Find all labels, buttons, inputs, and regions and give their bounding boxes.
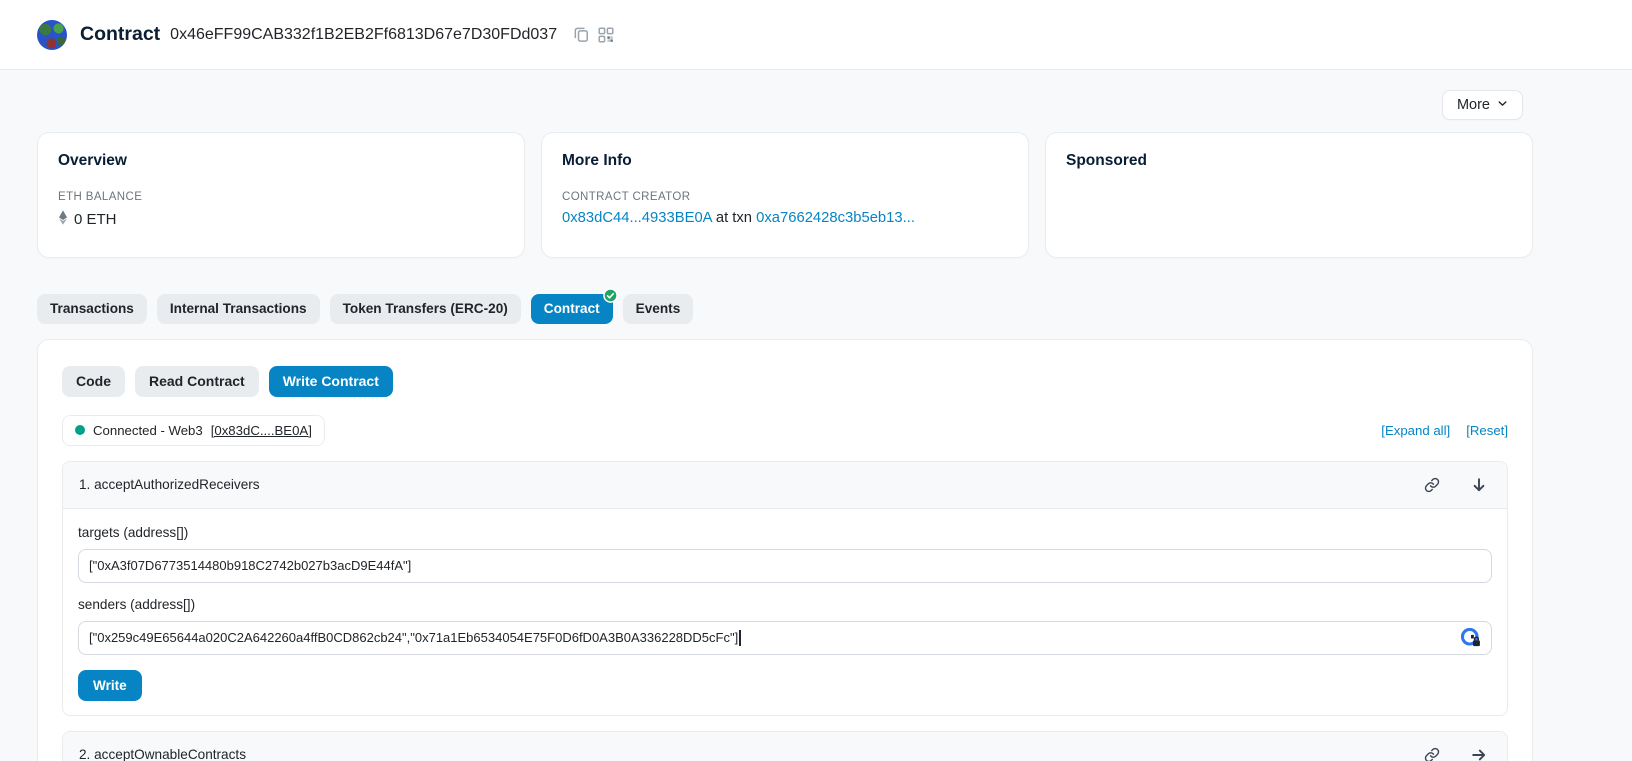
tab-contract-label: Contract <box>544 301 600 316</box>
tab-internal-transactions[interactable]: Internal Transactions <box>157 294 320 324</box>
senders-input-value: ["0x259c49E65644a020C2A642260a4ffB0CD862… <box>89 630 738 645</box>
tab-events[interactable]: Events <box>623 294 694 324</box>
password-manager-icon[interactable] <box>1461 628 1481 648</box>
method-1-header[interactable]: 1. acceptAuthorizedReceivers <box>63 462 1507 509</box>
more-info-title: More Info <box>562 152 1008 170</box>
chevron-down-icon <box>1497 97 1508 113</box>
contract-creator-label: CONTRACT CREATOR <box>562 191 1008 203</box>
connection-row: Connected - Web3 [0x83dC....BE0A] [Expan… <box>62 415 1508 446</box>
expand-all-link[interactable]: [Expand all] <box>1381 423 1450 438</box>
creator-middle-text: at txn <box>712 210 756 226</box>
write-button[interactable]: Write <box>78 670 142 701</box>
targets-field-label: targets (address[]) <box>78 525 1492 540</box>
toolbar-row: More <box>37 90 1533 120</box>
eth-balance-value-row: 0 ETH <box>58 210 504 229</box>
more-info-card: More Info CONTRACT CREATOR 0x83dC44...49… <box>541 132 1029 258</box>
method-accordion-2: 2. acceptOwnableContracts <box>62 731 1508 761</box>
connection-status-text: Connected - Web3 <box>93 423 203 438</box>
copy-address-button[interactable] <box>569 22 594 47</box>
method-link-icon[interactable] <box>1420 473 1444 497</box>
collapse-arrow-down-icon[interactable] <box>1467 473 1491 497</box>
contract-subtabs: Code Read Contract Write Contract <box>62 366 1508 397</box>
contract-avatar <box>37 20 67 50</box>
qr-code-button[interactable] <box>594 23 618 47</box>
eth-icon <box>58 210 68 229</box>
creation-txn-link[interactable]: 0xa7662428c3b5eb13... <box>756 210 915 226</box>
method-1-header-icons <box>1420 473 1491 497</box>
senders-field-label: senders (address[]) <box>78 597 1492 612</box>
overview-title: Overview <box>58 152 504 170</box>
expand-arrow-right-icon[interactable] <box>1467 743 1491 761</box>
qr-code-icon <box>598 27 614 43</box>
method-2-title: 2. acceptOwnableContracts <box>79 747 246 761</box>
method-1-title: 1. acceptAuthorizedReceivers <box>79 477 260 492</box>
page-title: Contract <box>80 23 160 46</box>
contract-panel: Code Read Contract Write Contract Connec… <box>37 339 1533 761</box>
more-dropdown-button[interactable]: More <box>1442 90 1523 120</box>
more-label: More <box>1457 97 1490 113</box>
reset-link[interactable]: [Reset] <box>1466 423 1508 438</box>
method-2-header-icons <box>1420 743 1491 761</box>
method-2-header[interactable]: 2. acceptOwnableContracts <box>63 732 1507 761</box>
method-link-icon[interactable] <box>1420 743 1444 761</box>
targets-input-value: ["0xA3f07D6773514480b918C2742b027b3acD9E… <box>89 558 1481 573</box>
contract-header: Contract 0x46eFF99CAB332f1B2EB2Ff6813D67… <box>0 0 1632 70</box>
senders-input[interactable]: ["0x259c49E65644a020C2A642260a4ffB0CD862… <box>78 621 1492 655</box>
overview-card: Overview ETH BALANCE 0 ETH <box>37 132 525 258</box>
eth-balance-label: ETH BALANCE <box>58 191 504 203</box>
contract-address: 0x46eFF99CAB332f1B2EB2Ff6813D67e7D30FDd0… <box>170 26 557 44</box>
creator-address-link[interactable]: 0x83dC44...4933BE0A <box>562 210 712 226</box>
subtab-read-contract[interactable]: Read Contract <box>135 366 259 397</box>
eth-balance-value: 0 ETH <box>74 211 117 228</box>
wallet-connection-status: Connected - Web3 [0x83dC....BE0A] <box>62 415 325 446</box>
connected-address-link[interactable]: [0x83dC....BE0A] <box>211 423 312 438</box>
text-cursor <box>739 630 741 646</box>
info-cards: Overview ETH BALANCE 0 ETH More Info CON… <box>37 132 1533 258</box>
targets-input[interactable]: ["0xA3f07D6773514480b918C2742b027b3acD9E… <box>78 549 1492 583</box>
panel-actions: [Expand all] [Reset] <box>1381 423 1508 438</box>
tab-contract[interactable]: Contract <box>531 294 613 324</box>
subtab-write-contract[interactable]: Write Contract <box>269 366 393 397</box>
connected-dot-icon <box>75 425 85 435</box>
sponsored-card: Sponsored <box>1045 132 1533 258</box>
page-content: More Overview ETH BALANCE 0 ETH More In <box>37 90 1533 761</box>
tab-transactions[interactable]: Transactions <box>37 294 147 324</box>
method-1-body: targets (address[]) ["0xA3f07D6773514480… <box>63 509 1507 715</box>
method-accordion-1: 1. acceptAuthorizedReceivers targets (ad… <box>62 461 1508 716</box>
copy-icon <box>573 26 590 43</box>
page: Contract 0x46eFF99CAB332f1B2EB2Ff6813D67… <box>0 0 1632 761</box>
tab-token-transfers[interactable]: Token Transfers (ERC-20) <box>330 294 521 324</box>
verified-check-icon <box>603 288 618 303</box>
contract-creator-line: 0x83dC44...4933BE0A at txn 0xa7662428c3b… <box>562 210 1008 226</box>
subtab-code[interactable]: Code <box>62 366 125 397</box>
main-tabs: Transactions Internal Transactions Token… <box>37 294 1533 324</box>
sponsored-title: Sponsored <box>1066 152 1512 170</box>
